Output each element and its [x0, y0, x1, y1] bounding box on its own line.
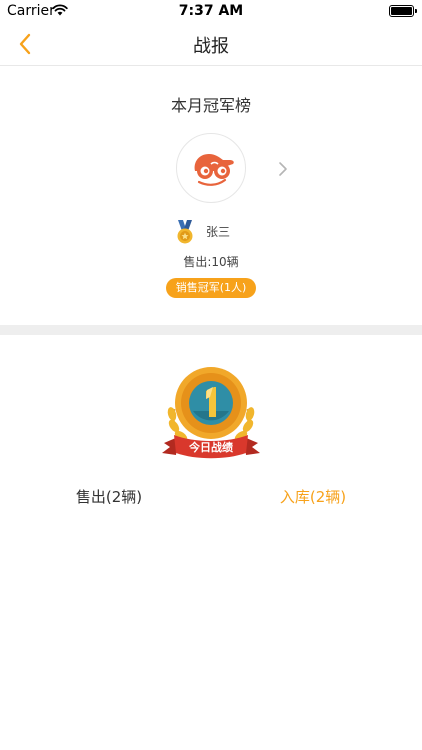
champion-name: 张三: [206, 225, 231, 239]
tab-sold[interactable]: 售出(2辆): [0, 486, 218, 507]
battery-tip: [415, 9, 417, 13]
sales-champion-badge[interactable]: 销售冠军(1人): [166, 278, 256, 298]
medal-icon: [177, 220, 193, 244]
section-divider: [0, 325, 422, 335]
page-title: 战报: [193, 36, 229, 57]
today-results-section: 今日战绩 售出(2辆) 入库(2辆): [0, 335, 422, 750]
emblem-label: 今日战绩: [188, 440, 233, 454]
brand-logo-icon: [194, 154, 234, 186]
monthly-champion-section: 本月冠军榜 张三 售出:10辆 销售冠军(1人): [0, 67, 422, 325]
champion-heading: 本月冠军榜: [170, 96, 251, 115]
battery-icon: [389, 5, 414, 17]
today-results-emblem: 今日战绩: [162, 367, 260, 459]
clock: 7:37 AM: [178, 3, 244, 19]
nav-bar: 战报: [0, 22, 422, 66]
chevron-right-icon[interactable]: [277, 161, 289, 177]
champion-sold-count: 售出:10辆: [183, 255, 239, 269]
status-bar: Carrier 7:37 AM: [0, 0, 422, 22]
tab-stock-in[interactable]: 入库(2辆): [204, 486, 422, 507]
avatar[interactable]: [176, 133, 246, 203]
